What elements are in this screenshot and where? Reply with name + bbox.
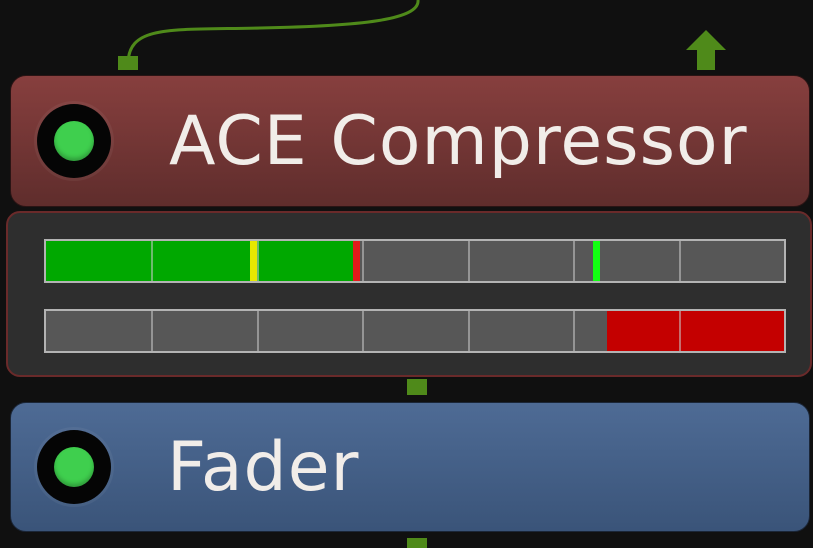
led-on-icon bbox=[54, 447, 94, 487]
meter-tick bbox=[679, 241, 681, 281]
ace-compressor-plugin[interactable]: ACE Compressor bbox=[10, 75, 810, 207]
peak-hold-marker bbox=[593, 241, 600, 281]
compressor-meter-panel[interactable] bbox=[6, 211, 812, 377]
clip-marker bbox=[353, 241, 360, 281]
level-fill bbox=[46, 241, 360, 281]
meter-tick bbox=[468, 311, 470, 351]
meter-tick bbox=[362, 241, 364, 281]
meter-tick bbox=[679, 311, 681, 351]
input-port[interactable] bbox=[118, 56, 138, 70]
meter-tick bbox=[362, 311, 364, 351]
plugin-name-label: Fader bbox=[167, 427, 360, 507]
meter-tick bbox=[151, 311, 153, 351]
meter-tick bbox=[257, 311, 259, 351]
led-on-icon bbox=[54, 121, 94, 161]
meter-tick bbox=[573, 241, 575, 281]
fader-plugin[interactable]: Fader bbox=[10, 402, 810, 532]
meter-tick bbox=[573, 311, 575, 351]
meter-output-port[interactable] bbox=[407, 379, 427, 395]
meter-tick bbox=[468, 241, 470, 281]
compressor-active-led[interactable] bbox=[37, 104, 111, 178]
input-wire bbox=[126, 0, 420, 63]
level-marker bbox=[250, 241, 257, 281]
meter-tick bbox=[151, 241, 153, 281]
gain-reduction-meter bbox=[44, 309, 786, 353]
gain-reduction-fill bbox=[607, 311, 784, 351]
output-arrow-icon[interactable] bbox=[686, 30, 726, 70]
plugin-name-label: ACE Compressor bbox=[169, 101, 748, 181]
meter-tick bbox=[257, 241, 259, 281]
fader-active-led[interactable] bbox=[37, 430, 111, 504]
fader-output-port[interactable] bbox=[407, 538, 427, 548]
input-level-meter bbox=[44, 239, 786, 283]
